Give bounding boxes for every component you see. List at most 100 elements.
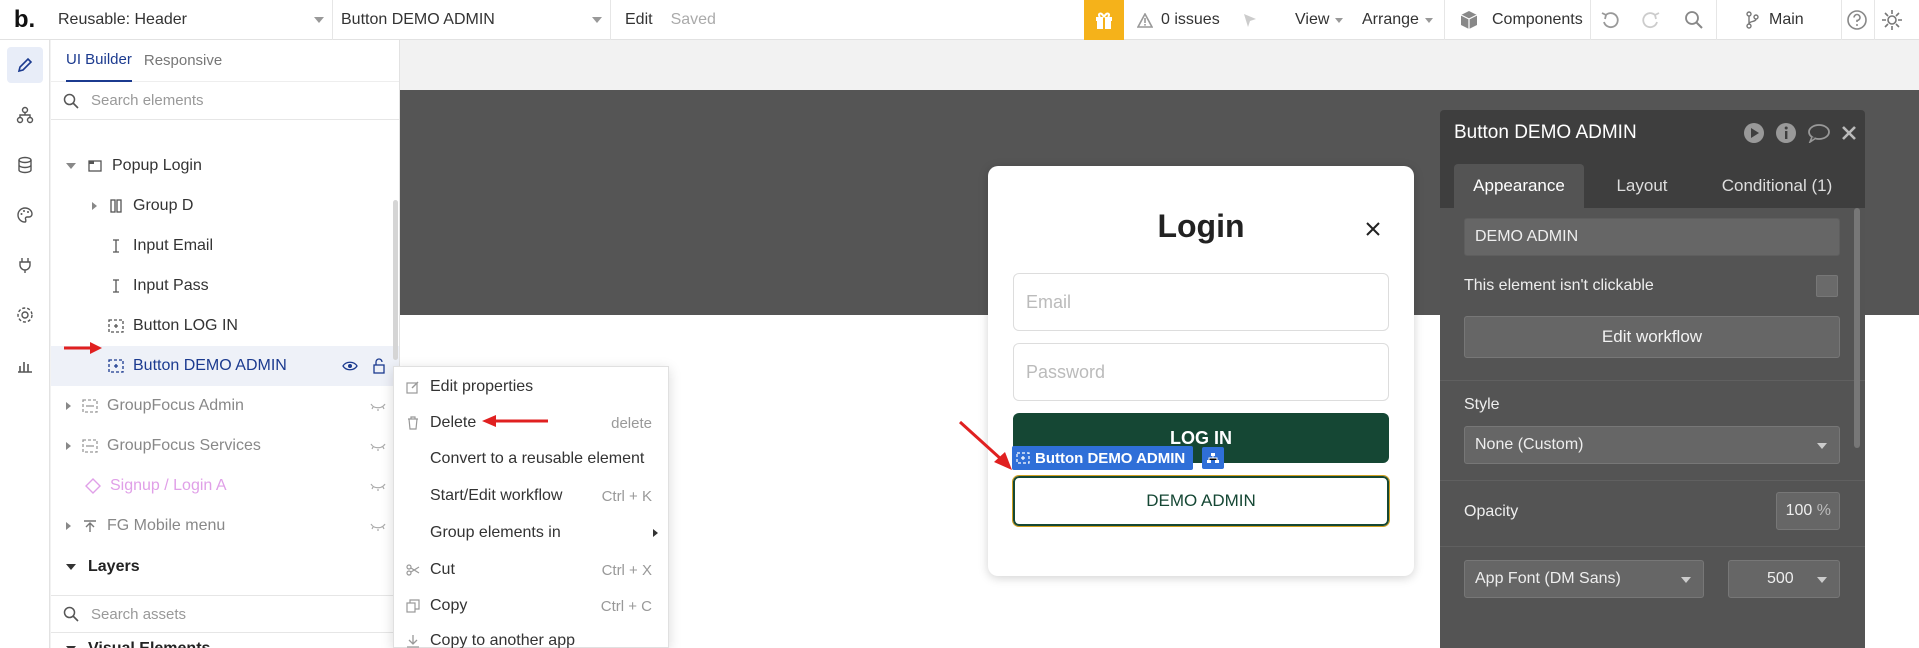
palette-icon[interactable] bbox=[7, 197, 43, 233]
tree-item-popup-login[interactable]: Popup Login bbox=[51, 146, 399, 186]
tree-item-label: Popup Login bbox=[112, 157, 202, 174]
annotation-arrow bbox=[482, 415, 548, 427]
arrange-menu[interactable]: Arrange bbox=[1362, 0, 1433, 40]
annotation-arrow bbox=[64, 342, 102, 354]
hidden-eye-icon[interactable] bbox=[370, 401, 386, 411]
tree-item-groupfocus-services[interactable]: GroupFocus Services bbox=[51, 426, 399, 466]
view-menu[interactable]: View bbox=[1295, 0, 1344, 40]
visual-elements-section[interactable]: Visual Elements bbox=[51, 634, 399, 648]
redo-icon[interactable] bbox=[1641, 0, 1661, 40]
workflow-icon[interactable] bbox=[7, 97, 43, 133]
menu-item-label: Edit properties bbox=[430, 378, 534, 395]
tab-conditional[interactable]: Conditional (1) bbox=[1702, 164, 1852, 208]
expand-toggle-icon[interactable] bbox=[66, 163, 76, 169]
hidden-eye-icon[interactable] bbox=[370, 441, 386, 451]
design-pencil-icon[interactable] bbox=[7, 47, 43, 83]
page-dropdown[interactable]: Reusable: Header bbox=[50, 0, 333, 40]
popup-icon bbox=[86, 158, 104, 174]
tree-item-fg-mobile-menu[interactable]: FG Mobile menu bbox=[51, 506, 399, 546]
selection-label[interactable]: Button DEMO ADMIN bbox=[1012, 446, 1194, 470]
tree-item-label: Group D bbox=[133, 197, 194, 214]
search-input[interactable]: Search elements bbox=[91, 92, 204, 109]
property-editor[interactable]: Button DEMO ADMIN Appearance Layout Cond… bbox=[1440, 110, 1865, 648]
divider bbox=[1440, 546, 1865, 547]
tree-item-input-email[interactable]: Input Email bbox=[51, 226, 399, 266]
issues-indicator[interactable]: 0 issues bbox=[1137, 0, 1220, 40]
expand-toggle-icon[interactable] bbox=[66, 442, 71, 450]
components-button[interactable]: Components bbox=[1458, 0, 1583, 40]
edit-workflow-button[interactable]: Edit workflow bbox=[1464, 316, 1840, 358]
comment-icon[interactable] bbox=[1807, 123, 1831, 143]
branch-selector[interactable]: Main bbox=[1745, 0, 1804, 40]
menu-item-edit-properties[interactable]: Edit properties bbox=[394, 369, 670, 405]
tab-responsive[interactable]: Responsive bbox=[144, 40, 222, 82]
search-icon[interactable] bbox=[1684, 0, 1704, 40]
close-icon[interactable] bbox=[1364, 220, 1382, 238]
hidden-eye-icon[interactable] bbox=[370, 481, 386, 491]
demo-admin-button[interactable]: DEMO ADMIN bbox=[1012, 475, 1390, 527]
eye-icon[interactable] bbox=[342, 360, 358, 372]
database-icon[interactable] bbox=[7, 147, 43, 183]
undo-icon[interactable] bbox=[1600, 0, 1620, 40]
menu-item-start-edit-workflow[interactable]: Start/Edit workflow Ctrl + K bbox=[394, 478, 670, 514]
layers-heading: Layers bbox=[88, 558, 140, 575]
settings-gear-icon[interactable] bbox=[1880, 0, 1904, 40]
scissors-icon bbox=[406, 563, 420, 577]
tree-item-groupfocus-admin[interactable]: GroupFocus Admin bbox=[51, 386, 399, 426]
expand-toggle-icon[interactable] bbox=[92, 202, 97, 210]
login-popup[interactable]: Login Email Password LOG IN DEMO ADMIN bbox=[988, 166, 1414, 576]
tab-layout[interactable]: Layout bbox=[1592, 164, 1692, 208]
copy-icon bbox=[406, 599, 420, 613]
element-search[interactable]: Search elements bbox=[51, 82, 399, 120]
not-clickable-checkbox[interactable] bbox=[1816, 275, 1838, 297]
tree-item-signup-login[interactable]: Signup / Login A bbox=[51, 466, 399, 506]
assets-search-input[interactable]: Search assets bbox=[91, 606, 186, 623]
expand-toggle-icon[interactable] bbox=[66, 402, 71, 410]
close-icon[interactable] bbox=[1841, 125, 1857, 141]
font-weight-value: 500 bbox=[1767, 570, 1794, 587]
layers-section[interactable]: Layers bbox=[51, 547, 399, 587]
pointer-icon[interactable] bbox=[1241, 0, 1259, 40]
tree-item-label: Button DEMO ADMIN bbox=[133, 357, 287, 374]
font-weight-dropdown[interactable]: 500 bbox=[1728, 560, 1840, 598]
info-icon[interactable] bbox=[1775, 122, 1797, 144]
selection-label-text: Button DEMO ADMIN bbox=[1035, 449, 1186, 467]
tab-ui-builder[interactable]: UI Builder bbox=[66, 40, 132, 82]
divider bbox=[1440, 380, 1865, 381]
button-text-input[interactable]: DEMO ADMIN bbox=[1464, 218, 1840, 256]
menu-item-shortcut: Ctrl + X bbox=[601, 561, 652, 579]
hierarchy-icon[interactable] bbox=[1202, 447, 1224, 469]
font-dropdown[interactable]: App Font (DM Sans) bbox=[1464, 560, 1704, 598]
help-icon[interactable] bbox=[1846, 0, 1868, 40]
edit-menu[interactable]: Edit bbox=[625, 11, 653, 29]
unlock-icon[interactable] bbox=[372, 358, 386, 374]
hidden-eye-icon[interactable] bbox=[370, 521, 386, 531]
menu-item-copy-to-another-app[interactable]: Copy to another app bbox=[394, 623, 670, 648]
asset-search[interactable]: Search assets bbox=[51, 595, 399, 633]
property-editor-scrollbar[interactable] bbox=[1854, 208, 1860, 448]
settings-icon[interactable] bbox=[7, 297, 43, 333]
bubble-logo[interactable]: b. bbox=[0, 0, 50, 40]
email-field[interactable]: Email bbox=[1013, 273, 1389, 331]
menu-item-cut[interactable]: Cut Ctrl + X bbox=[394, 552, 670, 588]
plugin-icon[interactable] bbox=[7, 247, 43, 283]
menu-item-group-elements-in[interactable]: Group elements in bbox=[394, 515, 670, 551]
tree-item-label: FG Mobile menu bbox=[107, 517, 226, 534]
menu-item-copy[interactable]: Copy Ctrl + C bbox=[394, 588, 670, 624]
style-dropdown[interactable]: None (Custom) bbox=[1464, 426, 1840, 464]
element-dropdown[interactable]: Button DEMO ADMIN bbox=[333, 0, 611, 40]
expand-toggle-icon[interactable] bbox=[66, 522, 71, 530]
menu-item-label: Start/Edit workflow bbox=[430, 487, 563, 504]
opacity-input[interactable]: 100 % bbox=[1776, 492, 1840, 530]
password-field[interactable]: Password bbox=[1013, 343, 1389, 401]
page-dropdown-value: Reusable: Header bbox=[58, 10, 187, 28]
play-icon[interactable] bbox=[1743, 122, 1765, 144]
tree-item-input-pass[interactable]: Input Pass bbox=[51, 266, 399, 306]
font-dropdown-value: App Font (DM Sans) bbox=[1475, 570, 1621, 587]
panel-scrollbar[interactable] bbox=[393, 200, 398, 360]
tree-item-group-d[interactable]: Group D bbox=[51, 186, 399, 226]
logs-chart-icon[interactable] bbox=[7, 347, 43, 383]
tab-appearance[interactable]: Appearance bbox=[1454, 164, 1584, 208]
menu-item-convert-reusable[interactable]: Convert to a reusable element bbox=[394, 441, 670, 477]
gift-icon[interactable] bbox=[1084, 0, 1124, 40]
